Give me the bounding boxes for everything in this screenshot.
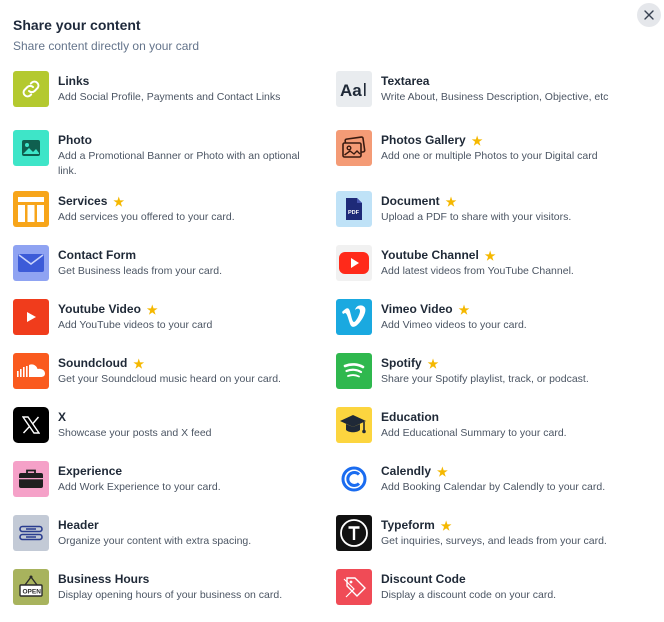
content-item-document[interactable]: PDF Document ★ Upload a PDF to share with… (336, 191, 636, 227)
spotify-icon (336, 353, 372, 389)
item-title: Photos Gallery ★ (381, 133, 483, 148)
svg-text:Aa: Aa (340, 81, 362, 99)
content-item-x[interactable]: X Showcase your posts and X feed (13, 407, 313, 443)
close-button[interactable] (637, 3, 661, 27)
premium-star-icon: ★ (440, 518, 452, 533)
typeform-icon (336, 515, 372, 551)
item-description: Add one or multiple Photos to your Digit… (381, 150, 598, 162)
item-title: Services ★ (58, 194, 125, 209)
content-item-experience[interactable]: Experience Add Work Experience to your c… (13, 461, 313, 497)
item-title: Photo (58, 133, 92, 147)
premium-star-icon: ★ (427, 356, 439, 371)
item-description: Add Vimeo videos to your card. (381, 319, 527, 331)
content-item-photos-gallery[interactable]: Photos Gallery ★ Add one or multiple Phot… (336, 130, 636, 166)
item-description: Add latest videos from YouTube Channel. (381, 265, 574, 277)
item-description: Share your Spotify playlist, track, or p… (381, 373, 589, 385)
premium-star-icon: ★ (437, 464, 448, 479)
item-description: Organize your content with extra spacing… (58, 535, 252, 547)
content-item-calendly[interactable]: Calendly ★ Add Booking Calendar by Calend… (336, 461, 636, 497)
item-title: X (58, 410, 67, 424)
item-title: Contact Form (58, 248, 136, 262)
item-description: Add services you offered to your card. (58, 211, 235, 223)
premium-star-icon: ★ (113, 194, 125, 209)
content-item-youtube-channel[interactable]: Youtube Channel ★ Add latest videos from … (336, 245, 636, 281)
item-title: Calendly ★ (381, 464, 448, 479)
premium-star-icon: ★ (458, 302, 470, 317)
item-description: Add a Promotional Banner or Photo with a… (58, 150, 300, 177)
content-item-education[interactable]: Education Add Educational Summary to you… (336, 407, 636, 443)
premium-star-icon: ★ (445, 194, 457, 209)
content-item-discount-code[interactable]: Discount Code Display a discount code on… (336, 569, 636, 605)
link-icon (13, 71, 49, 107)
item-title: Education (381, 410, 440, 424)
item-title: Soundcloud ★ (58, 356, 145, 371)
photo-icon (13, 130, 49, 166)
header-icon (13, 515, 49, 551)
item-description: Add Educational Summary to your card. (381, 427, 567, 439)
item-description: Add Social Profile, Payments and Contact… (58, 91, 281, 103)
item-title: Textarea (381, 74, 430, 88)
item-description: Get Business leads from your card. (58, 265, 222, 277)
close-icon (644, 10, 654, 20)
content-item-soundcloud[interactable]: Soundcloud ★ Get your Soundcloud music he… (13, 353, 313, 389)
item-title: Document ★ (381, 194, 457, 209)
content-item-photo[interactable]: Photo Add a Promotional Banner or Photo … (13, 130, 313, 179)
content-item-business-hours[interactable]: OPEN Business Hours Display opening hour… (13, 569, 313, 605)
item-description: Display opening hours of your business o… (58, 589, 283, 601)
content-item-contact-form[interactable]: Contact Form Get Business leads from you… (13, 245, 313, 281)
item-description: Write About, Business Description, Objec… (381, 91, 609, 103)
content-item-youtube-video[interactable]: Youtube Video ★ Add YouTube videos to you… (13, 299, 313, 335)
youtube-video-icon (13, 299, 49, 335)
item-description: Showcase your posts and X feed (58, 427, 212, 439)
item-title: Youtube Video ★ (58, 302, 158, 317)
item-title: Experience (58, 464, 123, 478)
graduation-cap-icon (336, 407, 372, 443)
item-title: Spotify ★ (381, 356, 439, 371)
pdf-icon: PDF (336, 191, 372, 227)
calendly-icon (336, 461, 372, 497)
svg-text:PDF: PDF (348, 210, 360, 216)
item-description: Add YouTube videos to your card (58, 319, 213, 331)
item-title: Business Hours (58, 572, 150, 586)
content-item-links[interactable]: Links Add Social Profile, Payments and C… (13, 71, 313, 107)
item-description: Display a discount code on your card. (381, 589, 557, 601)
premium-star-icon: ★ (471, 133, 483, 148)
x-icon (13, 407, 49, 443)
mail-icon (13, 245, 49, 281)
item-title: Discount Code (381, 572, 466, 586)
content-item-vimeo-video[interactable]: Vimeo Video ★ Add Vimeo videos to your ca… (336, 299, 636, 335)
content-item-services[interactable]: Services ★ Add services you offered to yo… (13, 191, 313, 227)
svg-text:OPEN: OPEN (23, 589, 42, 596)
item-description: Get inquiries, surveys, and leads from y… (381, 535, 607, 547)
modal-header: Share your content Share content directl… (13, 16, 199, 54)
item-description: Upload a PDF to share with your visitors… (381, 211, 572, 223)
item-title: Vimeo Video ★ (381, 302, 470, 317)
premium-star-icon: ★ (133, 356, 145, 371)
services-icon (13, 191, 49, 227)
vimeo-icon (336, 299, 372, 335)
gallery-icon (336, 130, 372, 166)
content-item-header[interactable]: Header Organize your content with extra … (13, 515, 313, 551)
premium-star-icon: ★ (484, 248, 496, 263)
discount-tag-icon (336, 569, 372, 605)
item-title: Youtube Channel ★ (381, 248, 496, 263)
item-description: Add Booking Calendar by Calendly to your… (381, 481, 606, 493)
soundcloud-icon (13, 353, 49, 389)
open-sign-icon: OPEN (13, 569, 49, 605)
briefcase-icon (13, 461, 49, 497)
item-title: Typeform ★ (381, 518, 452, 533)
youtube-channel-icon (336, 245, 372, 281)
text-icon: Aa (336, 71, 372, 107)
content-item-textarea[interactable]: Aa Textarea Write About, Business Descri… (336, 71, 636, 107)
item-title: Links (58, 74, 90, 88)
item-title: Header (58, 518, 99, 532)
content-item-typeform[interactable]: Typeform ★ Get inquiries, surveys, and le… (336, 515, 636, 551)
modal-title: Share your content (13, 17, 141, 33)
content-item-spotify[interactable]: Spotify ★ Share your Spotify playlist, tr… (336, 353, 636, 389)
modal-subtitle: Share content directly on your card (13, 39, 200, 53)
item-description: Get your Soundcloud music heard on your … (58, 373, 281, 385)
item-description: Add Work Experience to your card. (58, 481, 221, 493)
premium-star-icon: ★ (146, 302, 158, 317)
